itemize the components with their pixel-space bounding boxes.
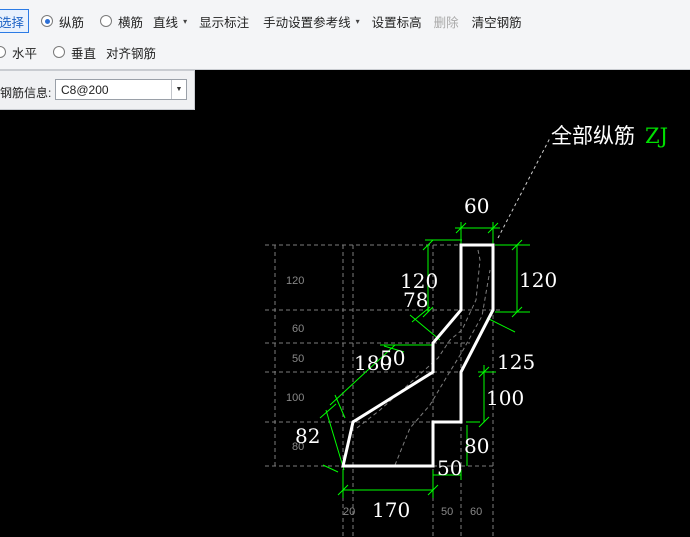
dim-right-upper: 120 [519,268,557,292]
leader-label: 全部纵筋 [551,124,635,148]
grid-label: 50 [441,506,453,518]
dim-top-width: 60 [464,194,489,218]
grid-label: 60 [292,323,304,335]
grid-label: 100 [286,392,304,404]
leader-code: ZJ [645,124,668,148]
dim-bottom-50: 50 [437,456,462,480]
dim-slope-50: 50 [380,346,405,370]
rebar-drawing-canvas[interactable]: 120 60 50 100 80 20 50 60 全部纵筋 ZJ 60 120… [0,0,690,537]
grid-labels: 120 60 50 100 80 20 50 60 [286,275,482,518]
dim-bottom-170: 170 [372,498,410,522]
dimension-texts: 60 120 120 78 180 50 125 100 82 80 50 17… [295,194,557,522]
dim-left-82: 82 [295,424,320,448]
leader-line [497,137,551,239]
grid-label: 50 [292,353,304,365]
grid-label: 120 [286,275,304,287]
dim-right-100: 100 [486,386,524,410]
reference-grid [265,244,500,537]
dim-right-80: 80 [464,434,489,458]
grid-label: 60 [470,506,482,518]
grid-label: 20 [343,506,355,518]
dim-inner-78: 78 [403,288,428,312]
dim-right-125: 125 [497,350,535,374]
